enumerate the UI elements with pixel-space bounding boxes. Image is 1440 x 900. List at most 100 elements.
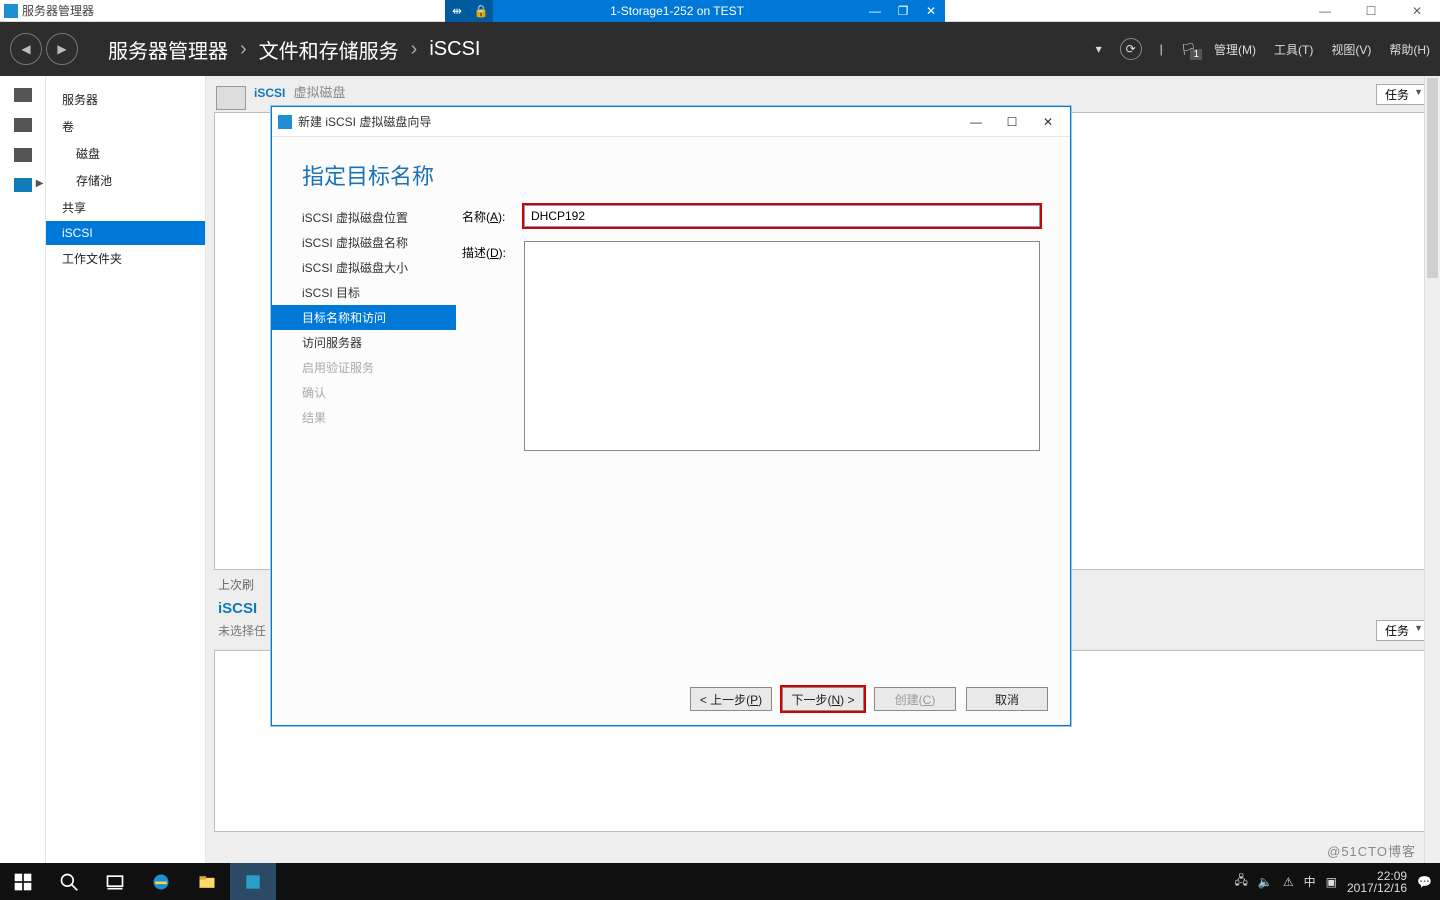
menu-help[interactable]: 帮助(H) xyxy=(1389,41,1430,58)
crumb-leaf[interactable]: iSCSI xyxy=(429,38,480,61)
notifications-flag-icon[interactable]: 🏳 1 xyxy=(1181,42,1196,56)
scrollbar-thumb[interactable] xyxy=(1427,78,1438,278)
wizard-title: 新建 iSCSI 虚拟磁盘向导 xyxy=(298,113,431,130)
nav-shares[interactable]: 共享 xyxy=(46,194,205,221)
rail-filestorage-icon[interactable] xyxy=(14,178,32,192)
menu-manage[interactable]: 管理(M) xyxy=(1214,41,1256,58)
chevron-right-icon: › xyxy=(240,38,247,61)
explorer-icon[interactable] xyxy=(184,863,230,900)
system-tray: 🖧 🔈 ⚠ 中 ▣ 22:09 2017/12/16 💬 xyxy=(1235,870,1440,894)
tasks-dropdown-2[interactable]: 任务 xyxy=(1376,620,1428,641)
nav-back-button[interactable]: ◀ xyxy=(10,33,42,65)
tray-date: 2017/12/16 xyxy=(1347,882,1407,894)
nav-servers[interactable]: 服务器 xyxy=(46,86,205,113)
host-minimize-button[interactable]: — xyxy=(1302,0,1348,22)
nav-pools[interactable]: 存储池 xyxy=(46,167,205,194)
rail-dashboard-icon[interactable] xyxy=(14,88,32,102)
panel-title: iSCSI xyxy=(254,86,285,100)
tray-ime-icon[interactable]: ▣ xyxy=(1326,875,1337,889)
notification-badge: 1 xyxy=(1190,49,1202,60)
start-button[interactable] xyxy=(0,863,46,900)
vm-restore-button[interactable]: ❐ xyxy=(889,4,917,18)
crumb-node[interactable]: 文件和存储服务 xyxy=(259,35,399,64)
taskbar: 🖧 🔈 ⚠ 中 ▣ 22:09 2017/12/16 💬 xyxy=(0,863,1440,900)
nav-workfolders[interactable]: 工作文件夹 xyxy=(46,245,205,272)
name-label: 名称(A): xyxy=(462,205,524,225)
create-button: 创建(C) xyxy=(874,687,956,711)
host-maximize-button[interactable]: ☐ xyxy=(1348,0,1394,22)
menu-view[interactable]: 视图(V) xyxy=(1331,41,1371,58)
target-desc-textarea[interactable] xyxy=(524,241,1040,451)
tray-notifications-icon[interactable]: 💬 xyxy=(1417,875,1432,889)
chevron-right-icon: › xyxy=(411,38,418,61)
step-auth: 启用验证服务 xyxy=(302,355,442,380)
vm-title: 1-Storage1-252 on TEST xyxy=(493,4,861,18)
host-close-button[interactable]: ✕ xyxy=(1394,0,1440,22)
wizard-form: 名称(A): 描述(D): xyxy=(442,205,1070,675)
server-manager-header: ◀ ▶ 服务器管理器 › 文件和存储服务 › iSCSI ▾ ⟳ | 🏳 1 管… xyxy=(0,22,1440,76)
menu-tools[interactable]: 工具(T) xyxy=(1274,41,1313,58)
server-manager-icon xyxy=(4,4,18,18)
tray-volume-icon[interactable]: 🔈 xyxy=(1258,875,1273,889)
host-title: 服务器管理器 xyxy=(22,2,94,19)
crumb-root[interactable]: 服务器管理器 xyxy=(108,35,228,64)
step-result: 结果 xyxy=(302,405,442,430)
rail-local-icon[interactable] xyxy=(14,118,32,132)
vm-close-button[interactable]: ✕ xyxy=(917,4,945,18)
wizard-steps: iSCSI 虚拟磁盘位置 iSCSI 虚拟磁盘名称 iSCSI 虚拟磁盘大小 i… xyxy=(272,205,442,675)
content-scrollbar[interactable] xyxy=(1424,76,1440,863)
step-target[interactable]: iSCSI 目标 xyxy=(302,280,442,305)
wizard-maximize-button[interactable]: ☐ xyxy=(996,109,1028,135)
step-access[interactable]: 访问服务器 xyxy=(302,330,442,355)
nav-iscsi[interactable]: iSCSI xyxy=(46,221,205,245)
breadcrumb: 服务器管理器 › 文件和存储服务 › iSCSI xyxy=(102,35,486,64)
dropdown-icon[interactable]: ▾ xyxy=(1096,42,1102,56)
prev-button[interactable]: < 上一步(P) xyxy=(690,687,772,711)
wizard-heading: 指定目标名称 xyxy=(272,137,1070,205)
tray-clock[interactable]: 22:09 2017/12/16 xyxy=(1347,870,1407,894)
vm-connection-bar: ⇹ 🔒 1-Storage1-252 on TEST — ❐ ✕ xyxy=(445,0,945,22)
panel-heading: iSCSI 虚拟磁盘 xyxy=(254,82,346,101)
nav-disks[interactable]: 磁盘 xyxy=(46,140,205,167)
wizard-close-button[interactable]: ✕ xyxy=(1032,109,1064,135)
vm-minimize-button[interactable]: — xyxy=(861,4,889,18)
tray-time: 22:09 xyxy=(1347,870,1407,882)
search-icon[interactable] xyxy=(46,863,92,900)
panel2-subtitle: 未选择任 xyxy=(218,622,266,639)
tray-network-icon[interactable]: 🖧 xyxy=(1235,871,1248,892)
new-iscsi-wizard: 新建 iSCSI 虚拟磁盘向导 — ☐ ✕ 指定目标名称 iSCSI 虚拟磁盘位… xyxy=(271,106,1071,726)
wizard-minimize-button[interactable]: — xyxy=(960,109,992,135)
watermark: @51CTO博客 xyxy=(1327,841,1416,860)
pin-icon[interactable]: ⇹ xyxy=(445,0,469,22)
target-name-input[interactable] xyxy=(524,205,1040,227)
step-targetname[interactable]: 目标名称和访问 xyxy=(272,305,456,330)
rail-allservers-icon[interactable] xyxy=(14,148,32,162)
cancel-button[interactable]: 取消 xyxy=(966,687,1048,711)
tray-ime[interactable]: 中 xyxy=(1304,873,1316,890)
taskview-icon[interactable] xyxy=(92,863,138,900)
nav-volumes[interactable]: 卷 xyxy=(46,113,205,140)
nav-forward-button[interactable]: ▶ xyxy=(46,33,78,65)
refresh-icon[interactable]: ⟳ xyxy=(1120,38,1142,60)
icon-rail xyxy=(0,76,46,863)
last-refresh-label: 上次刷 xyxy=(218,576,254,593)
panel-subtitle: 虚拟磁盘 xyxy=(294,85,346,100)
panel2-title: iSCSI xyxy=(218,600,257,617)
desc-label: 描述(D): xyxy=(462,241,524,261)
server-manager-taskbar-icon[interactable] xyxy=(230,863,276,900)
wizard-footer: < 上一步(P) 下一步(N) > 创建(C) 取消 xyxy=(690,687,1048,711)
next-button[interactable]: 下一步(N) > xyxy=(782,687,864,711)
step-location[interactable]: iSCSI 虚拟磁盘位置 xyxy=(302,205,442,230)
host-system-buttons: — ☐ ✕ xyxy=(1302,0,1440,22)
wizard-titlebar: 新建 iSCSI 虚拟磁盘向导 — ☐ ✕ xyxy=(272,107,1070,137)
tile-icon[interactable] xyxy=(216,86,246,110)
wizard-icon xyxy=(278,115,292,129)
step-diskname[interactable]: iSCSI 虚拟磁盘名称 xyxy=(302,230,442,255)
step-size[interactable]: iSCSI 虚拟磁盘大小 xyxy=(302,255,442,280)
ie-icon[interactable] xyxy=(138,863,184,900)
step-confirm: 确认 xyxy=(302,380,442,405)
divider: | xyxy=(1160,42,1163,56)
tasks-dropdown-1[interactable]: 任务 xyxy=(1376,84,1428,105)
lock-icon[interactable]: 🔒 xyxy=(469,0,493,22)
tray-shield-icon[interactable]: ⚠ xyxy=(1283,875,1294,889)
